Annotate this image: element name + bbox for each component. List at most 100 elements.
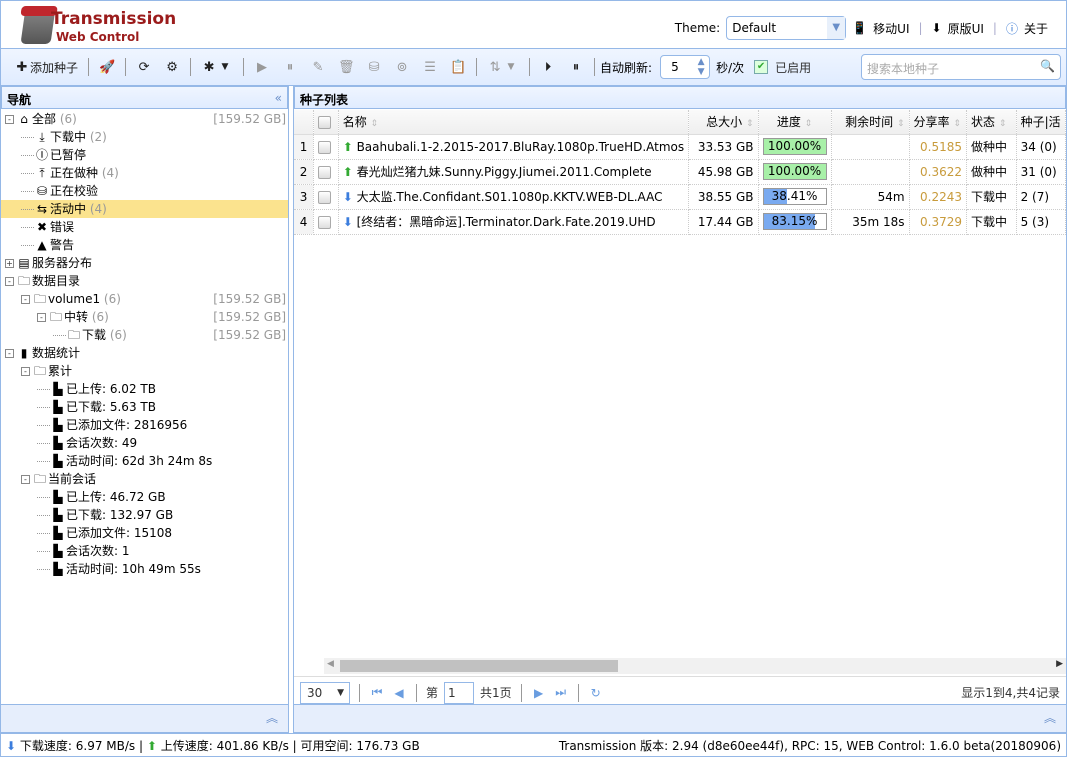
nav-item[interactable]: 🗀 下载 (6) [159.52 GB] bbox=[1, 326, 288, 344]
column-header[interactable]: 进度 ⇕ bbox=[758, 110, 832, 135]
first-page-icon[interactable]: ⏮ bbox=[369, 685, 385, 700]
nav-item[interactable]: ⇆ 活动中 (4) bbox=[1, 200, 288, 218]
nav-item[interactable]: - ▮ 数据统计 bbox=[1, 344, 288, 362]
column-header[interactable]: 名称 ⇕ bbox=[338, 110, 690, 135]
add-torrent-button[interactable]: ✚ 添加种子 bbox=[9, 55, 83, 79]
prev-page-icon[interactable]: ◀ bbox=[391, 686, 407, 700]
nav-item[interactable]: Ⓘ 已暂停 bbox=[1, 146, 288, 164]
delete-button[interactable]: 🗑 bbox=[333, 55, 359, 79]
nav-item[interactable]: - 🗀 数据目录 bbox=[1, 272, 288, 290]
nav-item[interactable]: ▙ 已上传: 6.02 TB bbox=[1, 380, 288, 398]
expand-toggle-icon[interactable]: + bbox=[5, 259, 14, 268]
nav-item[interactable]: ▙ 会话次数: 49 bbox=[1, 434, 288, 452]
page-size-select[interactable]: 30 ▼ bbox=[300, 681, 350, 704]
pause-all-button[interactable]: ⏸ bbox=[563, 55, 589, 79]
nav-item-label: 当前会话 bbox=[48, 472, 97, 486]
page-number-input[interactable]: 1 bbox=[444, 681, 475, 704]
torrent-row[interactable]: 4 ⬇ [终结者：黑暗命运].Terminator.Dark.Fate.2019… bbox=[294, 209, 1067, 235]
refresh-button[interactable]: ⟳ bbox=[131, 55, 157, 79]
column-header[interactable]: 分享率 ⇕ bbox=[909, 110, 968, 135]
scrollbar-thumb[interactable] bbox=[340, 660, 618, 672]
horizontal-scrollbar[interactable]: ◀ ▶ bbox=[324, 658, 1066, 674]
scroll-left-icon[interactable]: ◀ bbox=[327, 659, 334, 669]
start-button[interactable]: ▶ bbox=[249, 55, 275, 79]
settings-button[interactable]: ⚙ bbox=[159, 55, 185, 79]
mobile-ui-link[interactable]: 移动UI bbox=[873, 20, 909, 37]
torrent-row[interactable]: 1 ⬆ Baahubali.1-2.2015-2017.BluRay.1080p… bbox=[294, 134, 1067, 160]
pause-button[interactable]: ⏸ bbox=[277, 55, 303, 79]
nav-header: 导航 « bbox=[1, 86, 288, 109]
start-all-button[interactable]: ⏵ bbox=[535, 55, 561, 79]
column-header[interactable]: 总大小 ⇕ bbox=[688, 110, 759, 135]
select-all-checkbox[interactable] bbox=[318, 115, 332, 129]
queue-button[interactable]: ⇅ ▼ bbox=[482, 55, 524, 79]
double-chevron-up-icon[interactable]: ︽ bbox=[1044, 711, 1056, 725]
torrent-name[interactable]: 春光灿烂猪九妹.Sunny.Piggy.Jiumei.2011.Complete bbox=[357, 165, 652, 179]
rename-button[interactable]: ✎ bbox=[305, 55, 331, 79]
nav-expand-bar[interactable]: ︽ bbox=[1, 704, 288, 732]
nav-item[interactable]: ▙ 活动时间: 10h 49m 55s bbox=[1, 560, 288, 578]
row-checkbox[interactable] bbox=[318, 140, 332, 154]
collapse-toggle-icon[interactable]: - bbox=[37, 313, 46, 322]
spinner-arrows-icon[interactable]: ▲ ▼ bbox=[693, 57, 709, 77]
collapse-toggle-icon[interactable]: - bbox=[21, 367, 30, 376]
theme-select[interactable]: Default ▼ bbox=[726, 16, 847, 40]
scroll-right-icon[interactable]: ▶ bbox=[1056, 659, 1063, 669]
move-button[interactable]: ☰ bbox=[417, 55, 443, 79]
column-header[interactable]: 种子|活 bbox=[1016, 110, 1067, 135]
row-checkbox[interactable] bbox=[318, 165, 332, 179]
auto-refresh-checkbox[interactable]: ✔ bbox=[754, 60, 769, 74]
collapse-toggle-icon[interactable]: - bbox=[21, 295, 30, 304]
search-input[interactable]: 搜索本地种子 🔍 bbox=[861, 54, 1061, 80]
row-number: 3 bbox=[294, 184, 315, 210]
upload-icon: ⤒ bbox=[39, 166, 45, 180]
torrent-status: 做种中 bbox=[966, 159, 1017, 185]
verify-button[interactable]: ⛁ bbox=[361, 55, 387, 79]
about-link[interactable]: 关于 bbox=[1024, 20, 1048, 37]
last-page-icon[interactable]: ⏭ bbox=[553, 685, 569, 700]
original-ui-link[interactable]: 原版UI bbox=[948, 20, 984, 37]
nav-item[interactable]: - 🗀 当前会话 bbox=[1, 470, 288, 488]
plugins-button[interactable]: ✱ ▼ bbox=[196, 55, 238, 79]
refresh-interval-spinner[interactable]: 5 ▲ ▼ bbox=[660, 55, 711, 79]
nav-item[interactable]: ▙ 会话次数: 1 bbox=[1, 542, 288, 560]
torrent-name[interactable]: Baahubali.1-2.2015-2017.BluRay.1080p.Tru… bbox=[357, 140, 685, 154]
collapse-toggle-icon[interactable]: - bbox=[5, 277, 14, 286]
nav-item[interactable]: ⛁ 正在校验 bbox=[1, 182, 288, 200]
nav-item[interactable]: ▙ 已下载: 5.63 TB bbox=[1, 398, 288, 416]
double-chevron-up-icon[interactable]: ︽ bbox=[266, 711, 278, 725]
nav-item[interactable]: ▙ 已下载: 132.97 GB bbox=[1, 506, 288, 524]
nav-item[interactable]: ▙ 已添加文件: 15108 bbox=[1, 524, 288, 542]
next-page-icon[interactable]: ▶ bbox=[531, 686, 547, 700]
nav-item[interactable]: ⤓ 下载中 (2) bbox=[1, 128, 288, 146]
row-checkbox[interactable] bbox=[318, 215, 332, 229]
nav-item[interactable]: - 🗀 累计 bbox=[1, 362, 288, 380]
nav-item[interactable]: - 🗀 中转 (6) [159.52 GB] bbox=[1, 308, 288, 326]
column-header[interactable]: 状态 ⇕ bbox=[966, 110, 1017, 135]
nav-item[interactable]: ▙ 已上传: 46.72 GB bbox=[1, 488, 288, 506]
torrent-row[interactable]: 3 ⬇ 大太监.The.Confidant.S01.1080p.KKTV.WEB… bbox=[294, 184, 1067, 210]
nav-item[interactable]: - 🗀 volume1 (6) [159.52 GB] bbox=[1, 290, 288, 308]
copy-magnet-button[interactable]: 📋 bbox=[445, 55, 471, 79]
torrent-name[interactable]: [终结者：黑暗命运].Terminator.Dark.Fate.2019.UHD bbox=[357, 215, 656, 229]
row-checkbox[interactable] bbox=[318, 190, 332, 204]
nav-item[interactable]: - ⌂ 全部 (6) [159.52 GB] bbox=[1, 110, 288, 128]
collapse-left-icon[interactable]: « bbox=[275, 91, 282, 105]
nav-item[interactable]: ✖ 错误 bbox=[1, 218, 288, 236]
nav-item[interactable]: ▲ 警告 bbox=[1, 236, 288, 254]
reannounce-button[interactable]: ⊚ bbox=[389, 55, 415, 79]
nav-item[interactable]: ▙ 已添加文件: 2816956 bbox=[1, 416, 288, 434]
detail-expand-bar[interactable]: ︽ bbox=[294, 704, 1066, 732]
nav-item[interactable]: + ▤ 服务器分布 bbox=[1, 254, 288, 272]
nav-item[interactable]: ⤒ 正在做种 (4) bbox=[1, 164, 288, 182]
collapse-toggle-icon[interactable]: - bbox=[21, 475, 30, 484]
status-bar: ⬇ 下载速度: 6.97 MB/s | ⬆ 上传速度: 401.86 KB/s … bbox=[0, 733, 1067, 757]
torrent-row[interactable]: 2 ⬆ 春光灿烂猪九妹.Sunny.Piggy.Jiumei.2011.Comp… bbox=[294, 159, 1067, 185]
collapse-toggle-icon[interactable]: - bbox=[5, 349, 14, 358]
column-header[interactable]: 剩余时间 ⇕ bbox=[831, 110, 910, 135]
torrent-name[interactable]: 大太监.The.Confidant.S01.1080p.KKTV.WEB-DL.… bbox=[357, 190, 663, 204]
nav-item[interactable]: ▙ 活动时间: 62d 3h 24m 8s bbox=[1, 452, 288, 470]
speed-limit-button[interactable]: 🚀 bbox=[94, 55, 120, 79]
collapse-toggle-icon[interactable]: - bbox=[5, 115, 14, 124]
reload-icon[interactable]: ↻ bbox=[588, 686, 604, 700]
